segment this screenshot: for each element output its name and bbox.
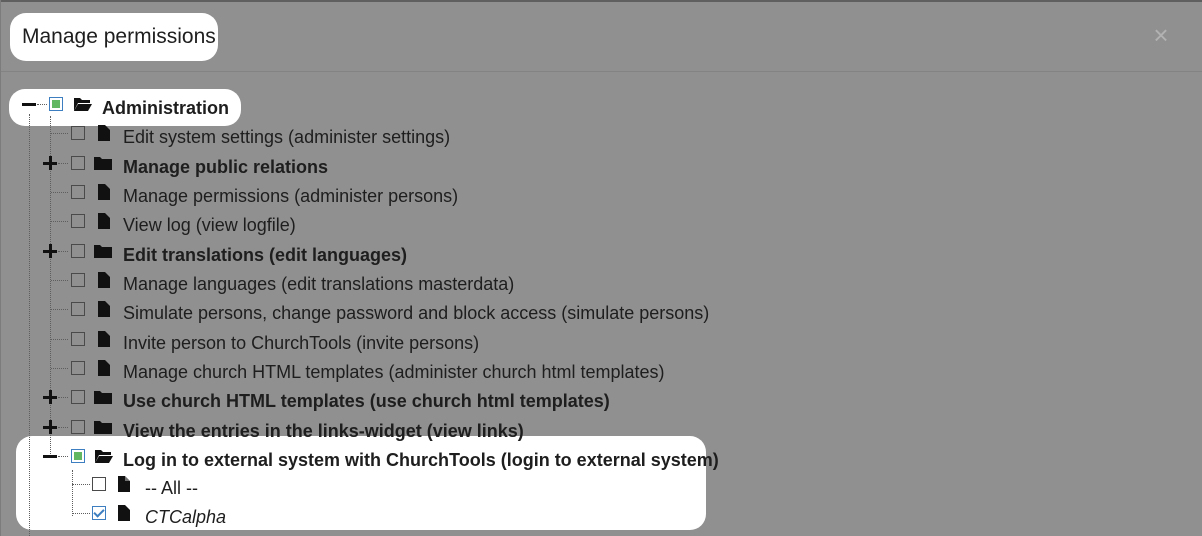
- file-icon: [118, 476, 130, 492]
- folder-icon: [94, 157, 112, 170]
- tree-node-item: Edit translations (edit languages): [1, 241, 721, 267]
- permission-label[interactable]: Edit system settings (administer setting…: [123, 126, 450, 148]
- permission-checkbox[interactable]: [71, 390, 85, 404]
- permission-label[interactable]: Manage permissions (administer persons): [123, 185, 458, 207]
- dialog-top-border: [1, 0, 1202, 2]
- collapse-administration-icon[interactable]: [22, 97, 36, 111]
- permission-label[interactable]: Manage languages (edit translations mast…: [123, 273, 514, 295]
- tree-connector: [72, 513, 90, 514]
- tree-connector: [51, 280, 68, 281]
- permission-label[interactable]: Edit translations (edit languages): [123, 244, 407, 266]
- tree-connector: [37, 104, 47, 105]
- folder-icon: [94, 245, 112, 258]
- file-icon: [98, 331, 110, 347]
- file-icon: [98, 301, 110, 317]
- file-icon: [98, 360, 110, 376]
- tree-connector: [58, 251, 68, 252]
- folder-open-icon: [95, 450, 113, 463]
- permission-checkbox[interactable]: [71, 126, 85, 140]
- file-icon: [118, 505, 130, 521]
- tree-node-item: Invite person to ChurchTools (invite per…: [1, 329, 721, 355]
- tree-node-item: View log (view logfile): [1, 211, 721, 237]
- tree-node-ctcalpha: CTCalpha: [1, 503, 261, 529]
- dialog-title: Manage permissions: [22, 25, 216, 48]
- all-checkbox[interactable]: [92, 477, 106, 491]
- tree-node-item: Manage public relations: [1, 153, 721, 179]
- tree-connector: [58, 163, 68, 164]
- permission-checkbox[interactable]: [71, 361, 85, 375]
- tree-connector: [51, 309, 68, 310]
- tree-node-item: View the entries in the links-widget (vi…: [1, 417, 721, 443]
- tree-node-item: Use church HTML templates (use church ht…: [1, 387, 721, 413]
- folder-icon: [94, 421, 112, 434]
- administration-checkbox[interactable]: [49, 97, 63, 111]
- tree-connector: [58, 397, 68, 398]
- expand-icon[interactable]: [43, 420, 57, 434]
- tree-connector: [58, 456, 68, 457]
- expand-icon[interactable]: [43, 390, 57, 404]
- collapse-icon[interactable]: [43, 449, 57, 463]
- permission-label[interactable]: Manage public relations: [123, 156, 328, 178]
- permission-checkbox[interactable]: [71, 244, 85, 258]
- permission-checkbox[interactable]: [71, 273, 85, 287]
- folder-open-icon: [74, 98, 92, 111]
- permission-checkbox[interactable]: [71, 302, 85, 316]
- tree-connector: [51, 133, 68, 134]
- file-icon: [98, 184, 110, 200]
- close-button[interactable]: ×: [1149, 18, 1173, 52]
- permission-label[interactable]: Invite person to ChurchTools (invite per…: [123, 332, 479, 354]
- ctcalpha-label[interactable]: CTCalpha: [145, 506, 226, 528]
- permission-checkbox[interactable]: [71, 449, 85, 463]
- tree-connector: [51, 221, 68, 222]
- permission-label[interactable]: Use church HTML templates (use church ht…: [123, 390, 610, 412]
- tree-node-administration: Administration: [1, 94, 241, 120]
- permission-label[interactable]: Log in to external system with ChurchToo…: [123, 449, 719, 471]
- file-icon: [98, 125, 110, 141]
- tree-connector: [51, 192, 68, 193]
- permission-label[interactable]: View the entries in the links-widget (vi…: [123, 420, 524, 442]
- tree-connector: [72, 484, 90, 485]
- permission-checkbox[interactable]: [71, 185, 85, 199]
- tree-node-item: Simulate persons, change password and bl…: [1, 299, 721, 325]
- permission-label[interactable]: Manage church HTML templates (administer…: [123, 361, 665, 383]
- permission-checkbox[interactable]: [71, 214, 85, 228]
- file-icon: [98, 213, 110, 229]
- header-divider: [1, 71, 1202, 72]
- tree-node-item: Log in to external system with ChurchToo…: [1, 446, 721, 472]
- tree-node-item: Edit system settings (administer setting…: [1, 123, 721, 149]
- permissions-dialog: Manage permissions × Administration Edit…: [0, 0, 1202, 536]
- permission-checkbox[interactable]: [71, 332, 85, 346]
- permission-label[interactable]: View log (view logfile): [123, 214, 296, 236]
- tree-node-item: Manage permissions (administer persons): [1, 182, 721, 208]
- expand-icon[interactable]: [43, 156, 57, 170]
- ctcalpha-checkbox[interactable]: [92, 506, 106, 520]
- file-icon: [98, 272, 110, 288]
- administration-label[interactable]: Administration: [102, 97, 229, 119]
- tree-node-all: -- All --: [1, 474, 261, 500]
- tree-connector: [51, 339, 68, 340]
- tree-node-item: Manage languages (edit translations mast…: [1, 270, 721, 296]
- expand-icon[interactable]: [43, 244, 57, 258]
- permission-label[interactable]: Simulate persons, change password and bl…: [123, 302, 709, 324]
- tree-connector: [51, 368, 68, 369]
- folder-icon: [94, 391, 112, 404]
- tree-connector: [58, 427, 68, 428]
- permission-checkbox[interactable]: [71, 420, 85, 434]
- tree-node-item: Manage church HTML templates (administer…: [1, 358, 721, 384]
- permission-checkbox[interactable]: [71, 156, 85, 170]
- all-label[interactable]: -- All --: [145, 477, 198, 499]
